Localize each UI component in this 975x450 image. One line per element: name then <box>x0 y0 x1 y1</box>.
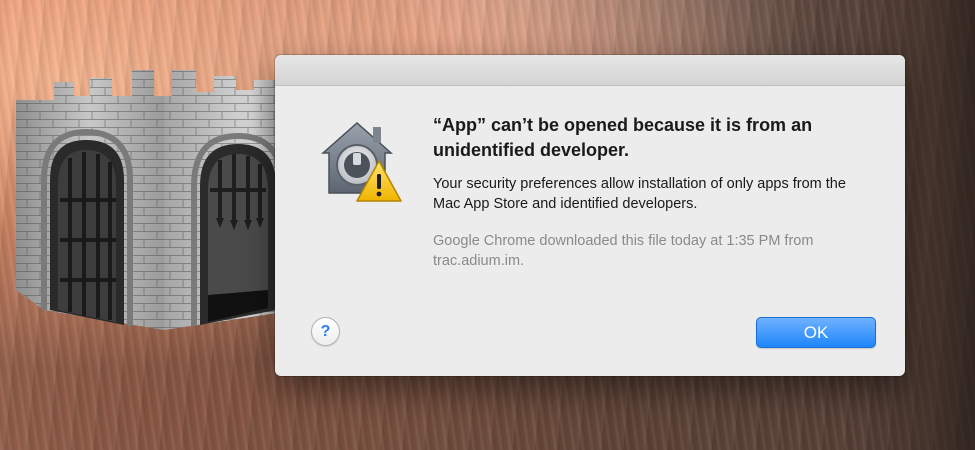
gatekeeper-castle-icon <box>16 70 310 330</box>
dialog-titlebar <box>275 55 905 86</box>
dialog-content: “App” can’t be opened because it is from… <box>433 113 863 271</box>
dialog-message: Your security preferences allow installa… <box>433 176 846 212</box>
desktop-background: “App” can’t be opened because it is from… <box>0 0 975 450</box>
help-button[interactable]: ? <box>311 317 340 346</box>
dialog-title: “App” can’t be opened because it is from… <box>433 115 813 160</box>
download-info-text: Google Chrome downloaded this file today… <box>433 233 814 269</box>
security-house-lock-icon <box>321 121 402 202</box>
ok-button[interactable]: OK <box>756 317 876 348</box>
alert-dialog: “App” can’t be opened because it is from… <box>275 55 905 376</box>
